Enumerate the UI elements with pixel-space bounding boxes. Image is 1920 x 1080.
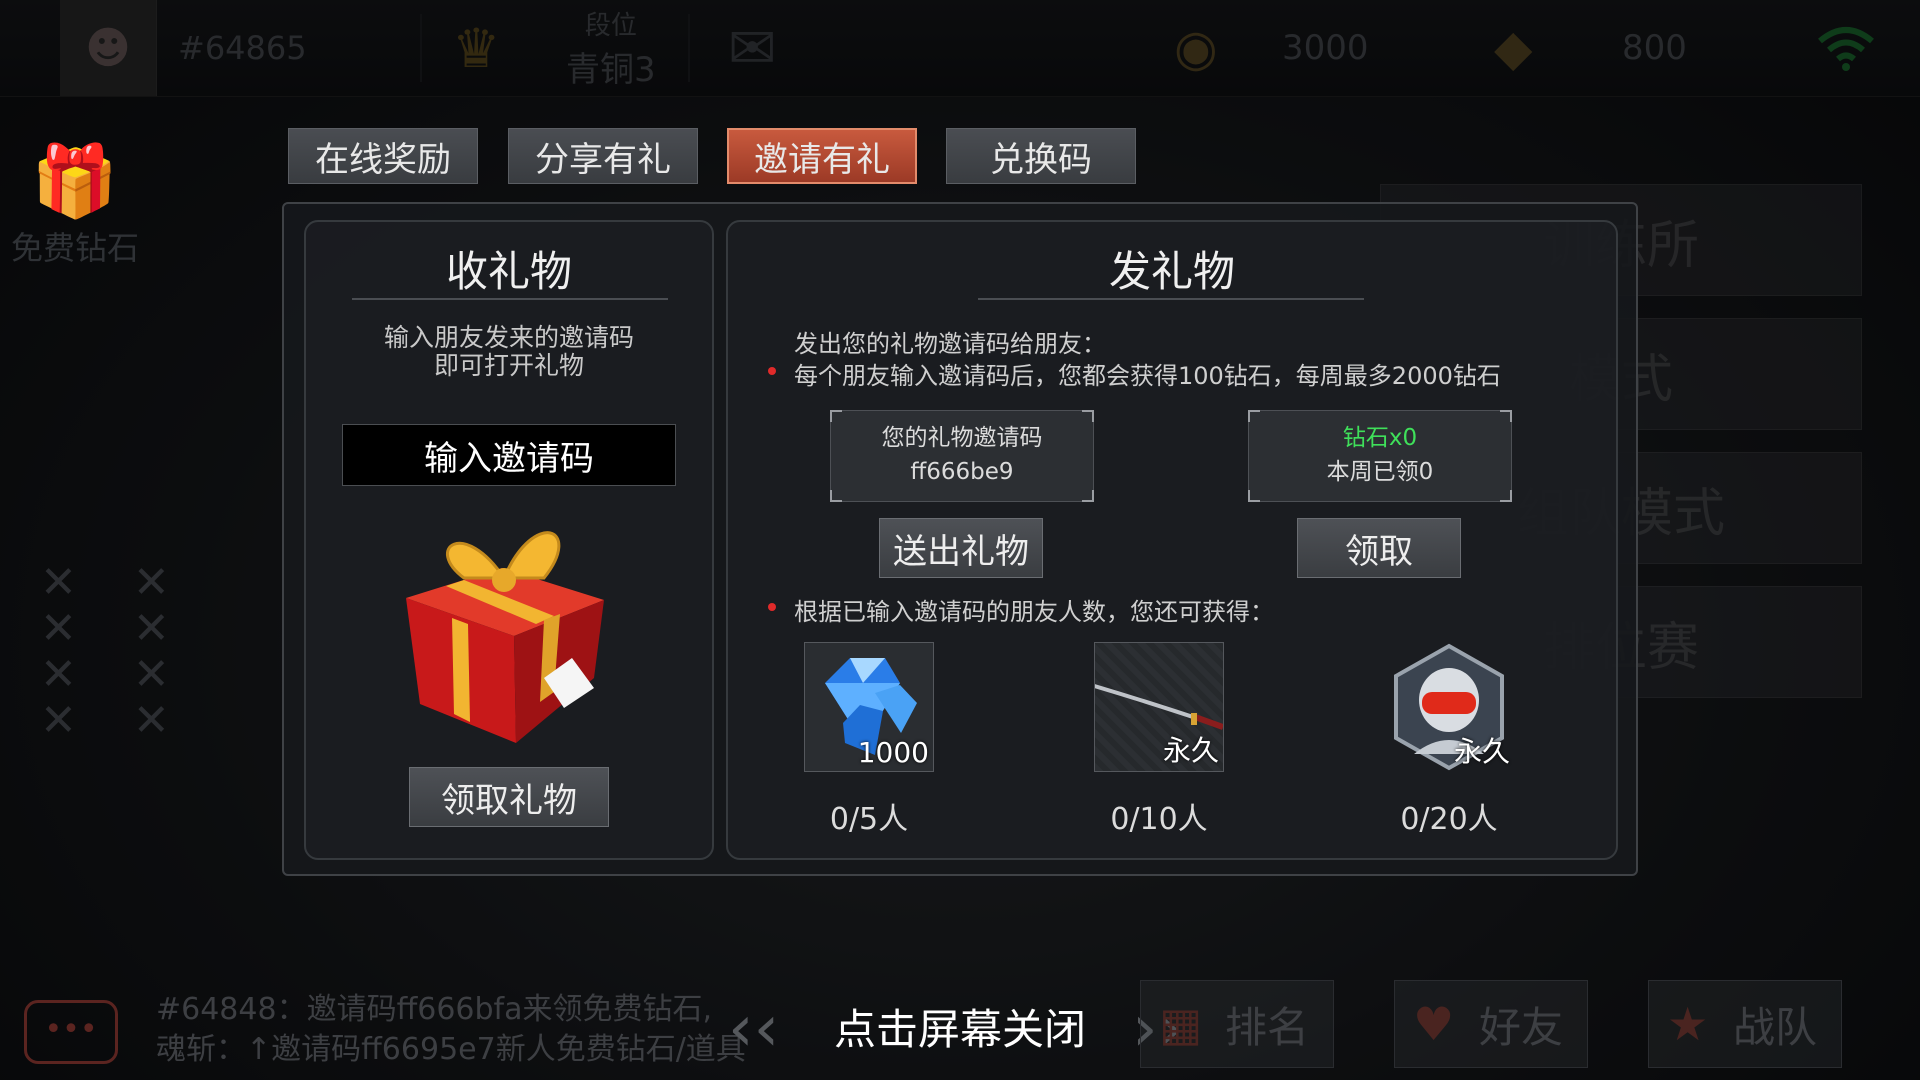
corner-mark xyxy=(830,490,842,502)
invite-code-value[interactable]: ff666be9 xyxy=(831,455,1093,489)
chat-feed[interactable]: #64848：邀请码ff666bfa来领免费钻石, 魂斩：↑邀请码ff6695e… xyxy=(156,990,746,1070)
claim-gems-button[interactable]: 领取 xyxy=(1297,518,1461,578)
team-star-icon: ★ xyxy=(1667,997,1709,1051)
ranking-label: 排名 xyxy=(1224,1002,1309,1052)
reward-character[interactable]: 永久 xyxy=(1384,642,1514,772)
bullet-dot xyxy=(768,367,776,375)
corner-mark xyxy=(1082,410,1094,422)
receive-desc-line1: 输入朋友发来的邀请码 xyxy=(383,323,634,352)
milestone-intro: 根据已输入邀请码的朋友人数，您还可获得： xyxy=(794,598,1274,626)
close-hint[interactable]: 点击屏幕关闭 xyxy=(760,996,1160,1057)
free-gem-shortcut[interactable]: 🎁 免费钻石 xyxy=(10,140,140,269)
gift-box-icon: 🎁 xyxy=(31,140,119,222)
reward-label: 1000 xyxy=(857,736,929,769)
corner-mark xyxy=(1500,490,1512,502)
gem-reward-box: 钻石x0 本周已领0 xyxy=(1248,410,1512,502)
background-rack: ✕ ✕ ✕ ✕ ✕ ✕ ✕ ✕ xyxy=(40,557,170,746)
chat-line: 魂斩：↑邀请码ff6695e7新人免费钻石/道具 xyxy=(156,1032,746,1067)
friends-button[interactable]: ♥ 好友 xyxy=(1394,980,1588,1068)
team-label: 战队 xyxy=(1732,1002,1817,1052)
send-intro: 发出您的礼物邀请码给朋友： xyxy=(794,330,1106,358)
send-rule: 每个朋友输入邀请码后，您都会获得100钻石，每周最多2000钻石 xyxy=(794,362,1501,390)
tab-redeem-code[interactable]: 兑换码 xyxy=(946,128,1136,184)
ranking-icon: ▦ xyxy=(1159,997,1203,1051)
bullet-dot xyxy=(768,603,776,611)
corner-mark xyxy=(1248,410,1260,422)
free-gem-label: 免费钻石 xyxy=(10,229,139,267)
gift-box-image xyxy=(406,531,604,743)
reward-diamonds[interactable]: 1000 xyxy=(804,642,934,772)
corner-mark xyxy=(830,410,842,422)
corner-mark xyxy=(1082,490,1094,502)
receive-title-underline xyxy=(352,298,668,300)
send-title-underline xyxy=(978,298,1364,300)
reward-label: 永久 xyxy=(1162,734,1219,767)
invite-code-label: 您的礼物邀请码 xyxy=(881,425,1043,451)
chat-icon[interactable]: ••• xyxy=(24,1000,118,1064)
claim-gift-button[interactable]: 领取礼物 xyxy=(409,767,609,827)
reward-label: 永久 xyxy=(1453,735,1510,768)
receive-title: 收礼物 xyxy=(445,247,572,296)
send-gift-button[interactable]: 送出礼物 xyxy=(879,518,1043,578)
tab-online-reward[interactable]: 在线奖励 xyxy=(288,128,478,184)
team-button[interactable]: ★ 战队 xyxy=(1648,980,1842,1068)
corner-mark xyxy=(1248,490,1260,502)
chat-line: #64848：邀请码ff666bfa来领免费钻石, xyxy=(156,992,713,1027)
gem-reward-amount: 钻石x0 xyxy=(1342,425,1418,451)
reward-progress-katana: 0/10人 xyxy=(1110,802,1208,837)
reward-katana[interactable]: 永久 xyxy=(1094,642,1224,772)
ranking-button[interactable]: ▦ 排名 xyxy=(1140,980,1334,1068)
friends-icon: ♥ xyxy=(1413,997,1455,1051)
reward-progress-character: 0/20人 xyxy=(1400,802,1498,837)
receive-desc: 输入朋友发来的邀请码 即可打开礼物 xyxy=(304,324,714,380)
tab-share-gift[interactable]: 分享有礼 xyxy=(508,128,698,184)
corner-mark xyxy=(1500,410,1512,422)
invite-code-input[interactable]: 输入邀请码 xyxy=(342,424,676,486)
tab-invite-gift[interactable]: 邀请有礼 xyxy=(727,128,917,184)
receive-desc-line2: 即可打开礼物 xyxy=(433,351,584,380)
friends-label: 好友 xyxy=(1478,1002,1563,1052)
invite-code-box: 您的礼物邀请码 ff666be9 xyxy=(830,410,1094,502)
send-title: 发礼物 xyxy=(1108,247,1235,296)
week-claimed: 本周已领0 xyxy=(1326,459,1434,485)
reward-progress-diamonds: 0/5人 xyxy=(829,802,909,837)
